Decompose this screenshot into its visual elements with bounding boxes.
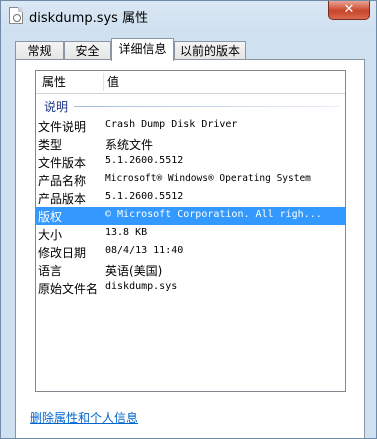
window-title: diskdump.sys 属性 <box>29 11 149 26</box>
property-name: 类型 <box>38 138 63 152</box>
column-header-property[interactable]: 属性 <box>42 71 66 93</box>
list-header: 属性 值 <box>36 71 345 94</box>
property-value: Crash Dump Disk Driver <box>105 119 238 130</box>
list-item[interactable]: 语言 英语(美国) <box>36 261 345 279</box>
tab-security[interactable]: 安全 <box>64 41 111 60</box>
property-value: 5.1.2600.5512 <box>105 155 184 166</box>
group-label: 说明 <box>44 100 69 114</box>
property-name: 语言 <box>38 264 63 278</box>
property-name: 大小 <box>38 228 63 242</box>
column-header-value[interactable]: 值 <box>107 71 119 93</box>
group-description: 说明 <box>36 95 345 115</box>
property-value: Microsoft® Windows® Operating System <box>105 173 311 184</box>
tab-general[interactable]: 常规 <box>15 41 64 60</box>
list-item-selected[interactable]: 版权 © Microsoft Corporation. All righ... <box>36 207 345 225</box>
list-item[interactable]: 产品版本 5.1.2600.5512 <box>36 189 345 207</box>
property-value: 5.1.2600.5512 <box>105 191 184 202</box>
property-value: 英语(美国) <box>105 264 163 278</box>
property-value: diskdump.sys <box>105 281 178 292</box>
property-name: 文件版本 <box>38 156 87 170</box>
property-name: 产品名称 <box>38 174 87 188</box>
system-file-icon <box>9 7 23 24</box>
property-value: 08/4/13 11:40 <box>105 245 184 256</box>
list-item[interactable]: 大小 13.8 KB <box>36 225 345 243</box>
tab-previous-versions[interactable]: 以前的版本 <box>174 41 246 60</box>
column-divider[interactable] <box>103 73 104 91</box>
list-item[interactable]: 修改日期 08/4/13 11:40 <box>36 243 345 261</box>
remove-properties-link[interactable]: 删除属性和个人信息 <box>30 409 138 426</box>
property-name: 原始文件名 <box>38 282 99 296</box>
tab-details[interactable]: 详细信息 <box>111 38 174 61</box>
property-name: 文件说明 <box>38 120 87 134</box>
list-item[interactable]: 原始文件名 diskdump.sys <box>36 279 345 297</box>
property-name: 产品版本 <box>38 192 87 206</box>
properties-window: diskdump.sys 属性 ✕ 常规 安全 详细信息 以前的版本 属性 值 … <box>0 0 377 439</box>
property-name: 修改日期 <box>38 246 87 260</box>
group-divider <box>74 106 339 107</box>
property-value: © Microsoft Corporation. All righ... <box>105 209 322 220</box>
list-item[interactable]: 文件说明 Crash Dump Disk Driver <box>36 117 345 135</box>
property-name: 版权 <box>38 210 63 224</box>
details-panel: 属性 值 说明 文件说明 Crash Dump Disk Driver 类型 系… <box>15 59 365 438</box>
close-button[interactable]: ✕ <box>328 1 370 20</box>
details-list[interactable]: 属性 值 说明 文件说明 Crash Dump Disk Driver 类型 系… <box>35 70 346 392</box>
list-item[interactable]: 类型 系统文件 <box>36 135 345 153</box>
list-item[interactable]: 文件版本 5.1.2600.5512 <box>36 153 345 171</box>
property-value: 系统文件 <box>105 138 154 152</box>
title-bar[interactable]: diskdump.sys 属性 ✕ <box>1 1 376 31</box>
list-item[interactable]: 产品名称 Microsoft® Windows® Operating Syste… <box>36 171 345 189</box>
property-value: 13.8 KB <box>105 227 148 238</box>
